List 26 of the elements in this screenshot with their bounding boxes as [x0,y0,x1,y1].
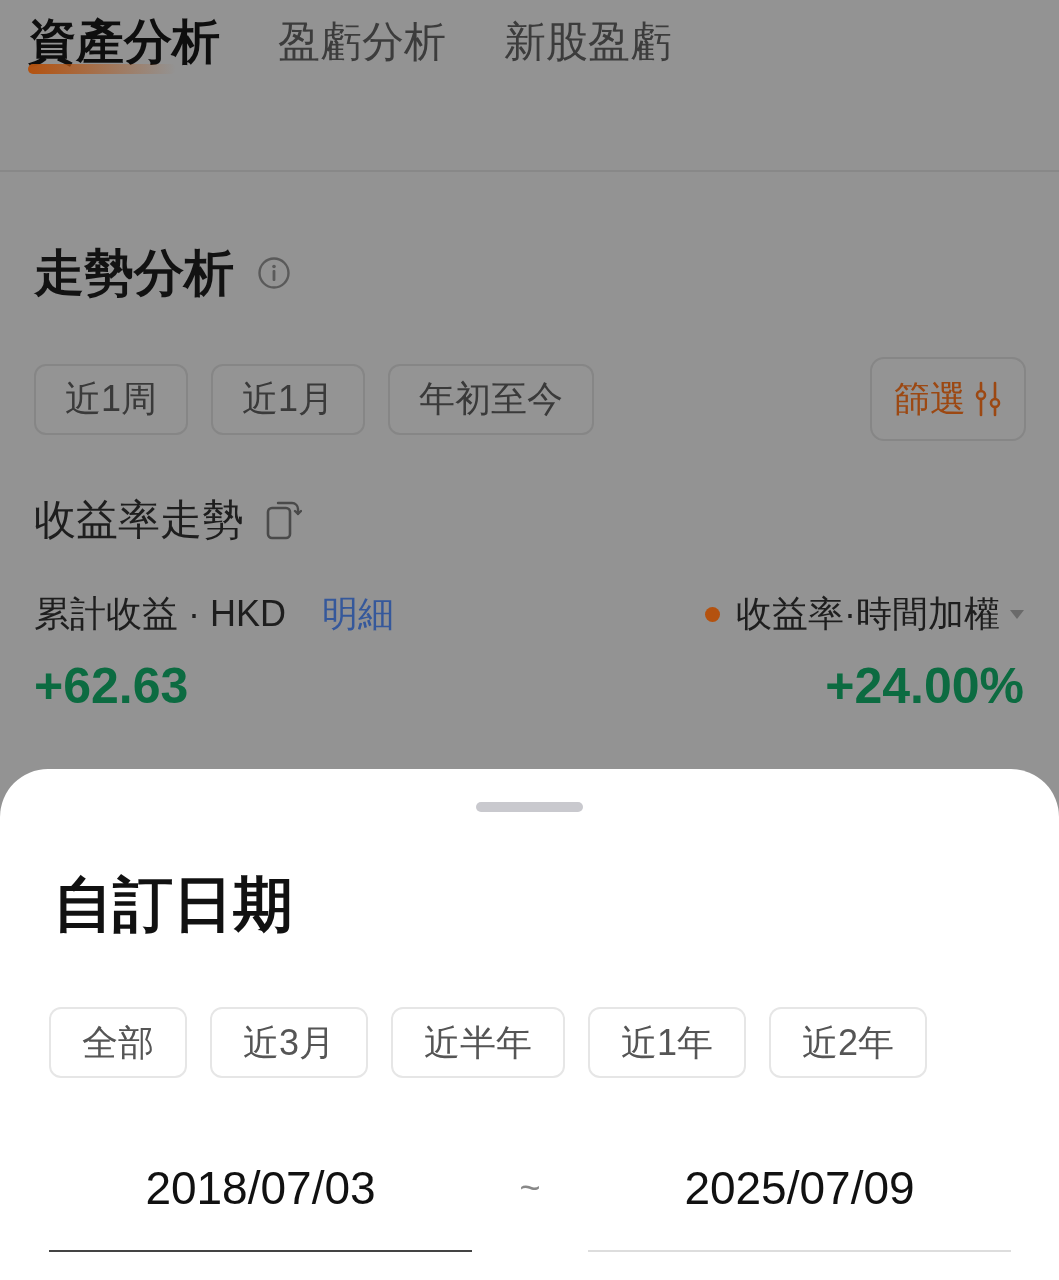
period-chip[interactable]: 近1年 [588,1007,747,1078]
cumulative-label: 累計收益 · HKD [34,592,286,636]
chart-title: 收益率走勢 [34,495,244,545]
rate-label[interactable]: 收益率·時間加權 [736,592,1000,636]
sheet-title: 自訂日期 [53,870,293,940]
tab[interactable]: 盈虧分析 [278,0,446,78]
info-icon[interactable] [258,257,290,289]
period-chip[interactable]: 近1月 [211,363,366,435]
caret-down-icon[interactable] [1010,609,1024,619]
period-chip[interactable]: 年初至今 [388,363,595,435]
sliders-icon [974,381,1002,417]
period-chip[interactable]: 近2年 [769,1007,928,1078]
rate-value: +24.00% [825,657,1024,715]
range-separator: ~ [518,1166,542,1210]
date-field[interactable]: 2018/07/03 [49,1161,472,1252]
section-title: 走勢分析 [34,244,234,303]
period-chip[interactable]: 全部 [49,1007,187,1078]
copy-icon[interactable] [266,500,302,540]
cumulative-value: +62.63 [34,657,189,715]
date-field[interactable]: 2025/07/09 [588,1161,1011,1252]
drag-handle[interactable] [476,802,583,812]
period-chip[interactable]: 近半年 [391,1007,566,1078]
period-chip[interactable]: 近1周 [34,363,189,435]
tab[interactable]: 資產分析 [28,0,220,78]
period-chip[interactable]: 近3月 [210,1007,369,1078]
tab[interactable]: 新股盈虧 [504,0,672,78]
